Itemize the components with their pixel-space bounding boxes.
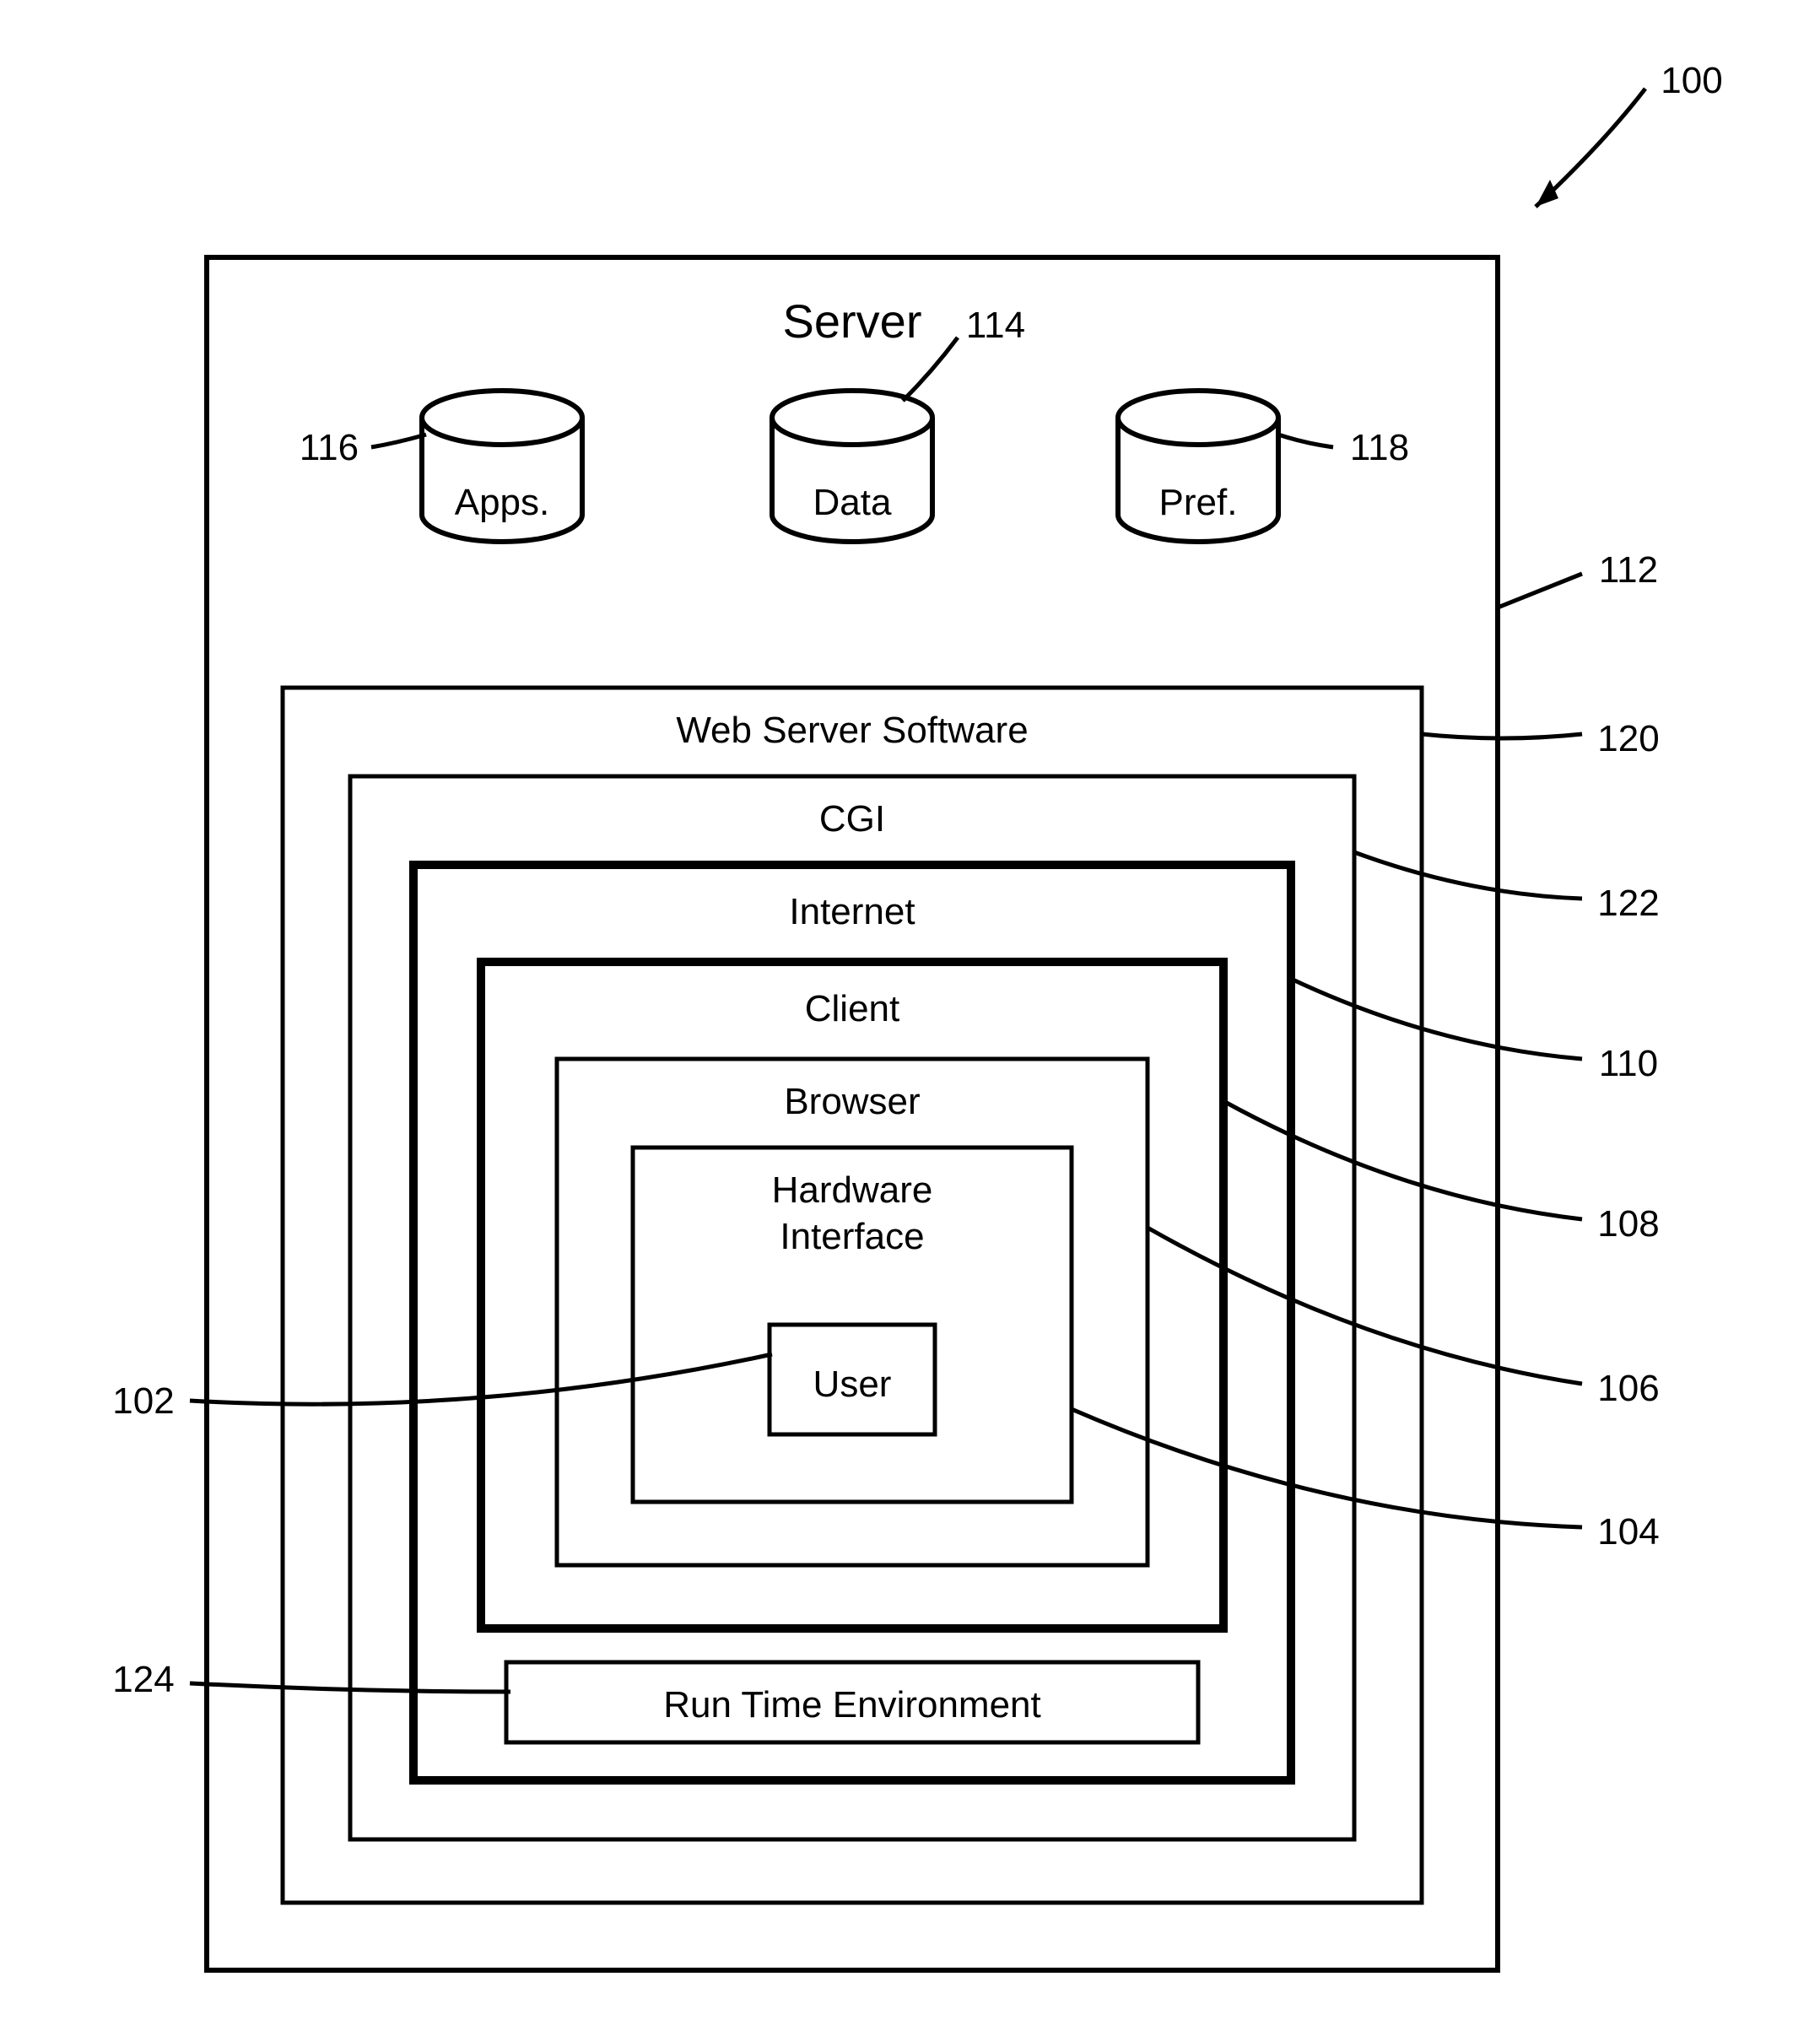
svg-text:114: 114 <box>966 305 1025 346</box>
browser-label: Browser <box>784 1081 920 1122</box>
svg-text:112: 112 <box>1599 549 1658 591</box>
ref-124: 124 <box>112 1659 510 1700</box>
svg-text:102: 102 <box>112 1380 174 1422</box>
svg-text:104: 104 <box>1597 1511 1659 1553</box>
cylinder-pref: Pref. <box>1118 391 1278 542</box>
apps-label: Apps. <box>455 482 550 523</box>
client-label: Client <box>805 988 900 1029</box>
svg-text:116: 116 <box>300 427 359 468</box>
ref-118: 118 <box>1278 427 1409 468</box>
svg-text:100: 100 <box>1661 60 1722 101</box>
hwif-label-1: Hardware <box>772 1169 933 1211</box>
ref-110: 110 <box>1291 979 1658 1084</box>
cgi-box <box>350 776 1354 1839</box>
ref-122: 122 <box>1354 852 1660 924</box>
architecture-diagram: Server Apps. Data Pref. Web Server Softw… <box>0 0 1820 2036</box>
svg-text:106: 106 <box>1597 1368 1659 1409</box>
browser-box <box>557 1059 1148 1565</box>
svg-text:108: 108 <box>1597 1203 1659 1245</box>
wss-label: Web Server Software <box>676 710 1028 751</box>
user-label: User <box>813 1364 892 1405</box>
pref-label: Pref. <box>1159 482 1238 523</box>
svg-text:110: 110 <box>1599 1043 1658 1084</box>
cylinder-data: Data <box>772 391 932 542</box>
ref-120: 120 <box>1422 718 1660 759</box>
client-box <box>481 962 1223 1628</box>
svg-text:120: 120 <box>1597 718 1659 759</box>
internet-label: Internet <box>789 891 915 932</box>
svg-text:118: 118 <box>1350 427 1409 468</box>
cylinder-apps: Apps. <box>422 391 582 542</box>
cgi-label: CGI <box>819 798 885 840</box>
data-label: Data <box>813 482 892 523</box>
hwif-label-2: Interface <box>780 1216 924 1257</box>
server-title: Server <box>783 294 922 348</box>
svg-text:124: 124 <box>112 1659 174 1700</box>
ref-102: 102 <box>112 1354 772 1422</box>
ref-112: 112 <box>1498 549 1658 608</box>
rte-label: Run Time Environment <box>663 1684 1041 1725</box>
ref-100: 100 <box>1536 60 1723 207</box>
svg-text:122: 122 <box>1597 883 1659 924</box>
ref-116: 116 <box>300 427 426 468</box>
ref-104: 104 <box>1072 1409 1660 1553</box>
